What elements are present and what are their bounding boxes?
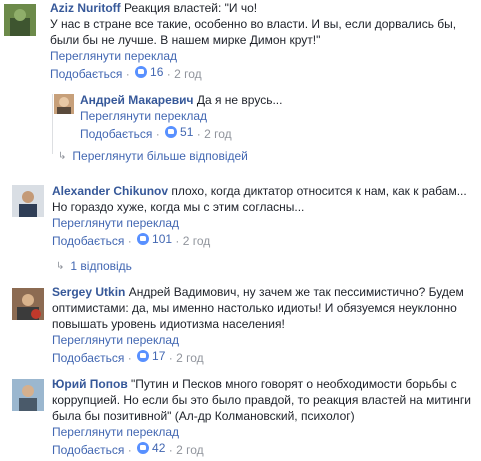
like-icon: [137, 233, 150, 245]
comment-text: повышать уровень идиотизма населения!: [52, 317, 285, 331]
reply-comment: Андрей Макаревич Да я не врусь... Перегл…: [0, 90, 481, 141]
comment-text: Андрей Вадимович, ну зачем же так пессим…: [128, 285, 464, 299]
reaction-count[interactable]: 17: [137, 348, 165, 364]
reply-count-link[interactable]: 1 відповідь: [70, 259, 132, 273]
commenter-name[interactable]: Alexander Chikunov: [52, 184, 168, 198]
like-button[interactable]: Подобається: [52, 443, 124, 457]
comment-meta: Подобається · 51 · 2 год: [80, 124, 232, 141]
comment-text: были бы не лучше. В нашем мирке Димон кр…: [50, 33, 321, 47]
avatar[interactable]: [12, 288, 44, 320]
more-replies-link[interactable]: Переглянути більше відповідей: [72, 149, 247, 163]
comment-text: Но гораздо хуже, когда мы с этим согласн…: [52, 200, 305, 214]
reaction-count[interactable]: 101: [137, 231, 172, 247]
like-icon: [135, 66, 148, 78]
timestamp[interactable]: 2 год: [204, 127, 232, 141]
translate-link[interactable]: Переглянути переклад: [52, 332, 475, 348]
commenter-name[interactable]: Андрей Макаревич: [80, 93, 193, 107]
commenter-name[interactable]: Юрий Попов: [52, 377, 128, 391]
reaction-count[interactable]: 42: [137, 440, 165, 456]
avatar[interactable]: [54, 94, 74, 114]
comment: Юрий Попов "Путин и Песков много говорят…: [0, 376, 481, 461]
like-button[interactable]: Подобається: [52, 351, 124, 365]
timestamp[interactable]: 2 год: [176, 443, 204, 457]
timestamp[interactable]: 2 год: [176, 351, 204, 365]
like-icon: [137, 350, 150, 362]
comment-text: плохо, когда диктатор относится к нам, к…: [171, 184, 467, 198]
comment-text: Реакция властей: "И чо!: [124, 1, 258, 15]
timestamp[interactable]: 2 год: [183, 234, 211, 248]
like-button[interactable]: Подобається: [50, 67, 122, 81]
translate-link[interactable]: Переглянути переклад: [52, 215, 475, 231]
like-icon: [137, 442, 150, 454]
comment-text: Да я не врусь...: [196, 93, 283, 107]
comment-meta: Подобається · 101 · 2 год: [52, 231, 211, 248]
comment: Aziz Nuritoff Реакция властей: "И чо! У …: [0, 0, 481, 90]
comment-text: коррупцией. Но если бы это было правдой,…: [52, 393, 472, 407]
more-replies[interactable]: ↳ Переглянути більше відповідей: [58, 149, 248, 163]
comment: Sergey Utkin Андрей Вадимович, ну зачем …: [0, 284, 481, 374]
like-icon: [165, 126, 178, 138]
reply-arrow-icon: ↳: [58, 150, 67, 162]
comment-meta: Подобається · 16 · 2 год: [50, 64, 202, 81]
translate-link[interactable]: Переглянути переклад: [80, 108, 475, 124]
reaction-count[interactable]: 51: [165, 124, 193, 140]
comment-text: была бы позитивной" (Ал-др Колмановский,…: [52, 409, 355, 423]
timestamp[interactable]: 2 год: [174, 67, 202, 81]
translate-link[interactable]: Переглянути переклад: [52, 424, 475, 440]
comment: Alexander Chikunov плохо, когда диктатор…: [0, 182, 481, 252]
comment-text: "Путин и Песков много говорят о необходи…: [131, 377, 457, 391]
translate-link[interactable]: Переглянути переклад: [50, 48, 475, 64]
reply-arrow-icon: ↳: [56, 260, 65, 272]
avatar[interactable]: [4, 4, 36, 36]
comment-text: У нас в стране все такие, особенно во вл…: [50, 17, 457, 31]
avatar[interactable]: [12, 379, 44, 411]
reply-count[interactable]: ↳ 1 відповідь: [56, 259, 132, 273]
like-button[interactable]: Подобається: [52, 234, 124, 248]
comment-meta: Подобається · 42 · 2 год: [52, 440, 204, 457]
like-button[interactable]: Подобається: [80, 127, 152, 141]
comment-meta: Подобається · 17 · 2 год: [52, 348, 204, 365]
commenter-name[interactable]: Sergey Utkin: [52, 285, 125, 299]
avatar[interactable]: [12, 185, 44, 217]
reaction-count[interactable]: 16: [135, 64, 163, 80]
comment-text: оптимистами: да, мы именно настолько иди…: [52, 301, 457, 315]
commenter-name[interactable]: Aziz Nuritoff: [50, 1, 121, 15]
